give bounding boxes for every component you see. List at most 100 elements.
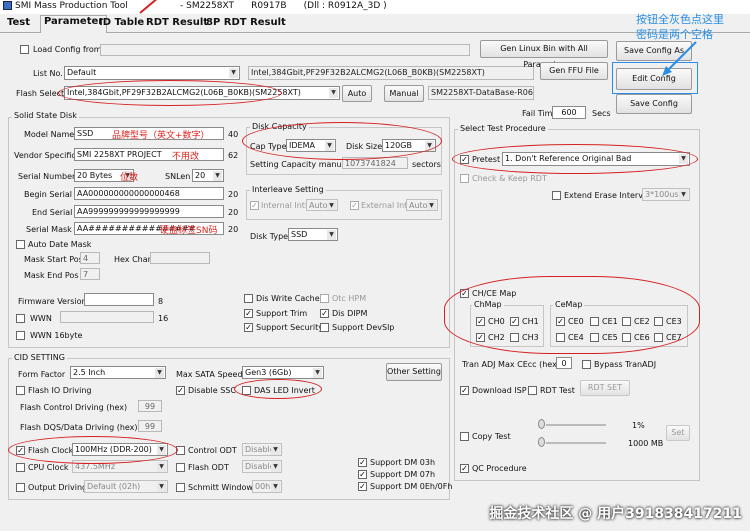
cpu-clock-checkbox[interactable] [16, 463, 25, 472]
manual-button[interactable]: Manual [384, 85, 424, 102]
firmware-version-input[interactable] [84, 293, 154, 306]
ce4-checkbox[interactable] [556, 333, 565, 342]
begin-serial-label: Begin Serial [24, 190, 72, 199]
cpu-clock-select[interactable]: 437.5MHz ▼ [72, 460, 168, 473]
tab-8p-rdt-result[interactable]: 8P RDT Result [203, 17, 289, 32]
copy-pct-label: 1% [632, 421, 645, 430]
flash-io-driving-checkbox[interactable] [16, 386, 25, 395]
disk-type-select[interactable]: SSD ▼ [288, 228, 338, 241]
support-trim-checkbox[interactable]: ✓ [244, 309, 253, 318]
auto-date-mask-checkbox[interactable] [16, 240, 25, 249]
mask-start-input[interactable]: 4 [80, 252, 100, 264]
flash-odt-select[interactable]: Disable ▼ [242, 460, 282, 473]
form-factor-select[interactable]: 2.5 Inch ▼ [70, 366, 166, 379]
copy-pct-slider-thumb[interactable] [538, 419, 545, 429]
ch2-checkbox[interactable]: ✓ [476, 333, 485, 342]
ce3-checkbox[interactable] [654, 317, 663, 326]
external-intlv-checkbox[interactable]: ✓ [350, 201, 359, 210]
flash-clock-checkbox[interactable]: ✓ [16, 446, 25, 455]
snlen-select[interactable]: 20 ▼ [192, 169, 224, 182]
disable-ssc-checkbox[interactable]: ✓ [176, 386, 185, 395]
extend-erase-checkbox[interactable] [552, 191, 561, 200]
other-setting-button[interactable]: Other Setting [386, 363, 442, 381]
copy-set-button[interactable]: Set [666, 425, 690, 441]
serial-number-value: 20 Bytes [77, 171, 113, 180]
otc-hpm-checkbox[interactable] [320, 294, 329, 303]
gen-linux-bin-button[interactable]: Gen Linux Bin with All Parameter [480, 40, 608, 69]
vendor-specific-input[interactable]: SMI 2258XT PROJECT [74, 148, 224, 161]
cap-type-select[interactable]: IDEMA ▼ [286, 139, 336, 152]
ch0-checkbox[interactable]: ✓ [476, 317, 485, 326]
wwn-input[interactable] [60, 311, 154, 323]
rdt-test-checkbox[interactable] [528, 386, 537, 395]
dis-write-cache-checkbox[interactable] [244, 294, 253, 303]
qc-procedure-checkbox[interactable]: ✓ [460, 464, 469, 473]
load-config-path[interactable] [100, 44, 470, 56]
load-config-checkbox[interactable] [20, 45, 29, 54]
form-factor-value: 2.5 Inch [73, 368, 106, 377]
flash-select[interactable]: Intel,384Gbit,PF29F32B2ALCMG2(L06B_B0KB)… [64, 86, 340, 100]
ce7-checkbox[interactable] [654, 333, 663, 342]
schmitt-window-select[interactable]: 00h ▼ [252, 480, 282, 493]
copy-test-checkbox[interactable] [460, 432, 469, 441]
disk-size-select[interactable]: 120GB ▼ [382, 139, 436, 152]
support-trim-label: Support Trim [256, 309, 308, 318]
internal-intlv-checkbox[interactable]: ✓ [250, 201, 259, 210]
schmitt-window-checkbox[interactable] [176, 483, 185, 492]
pretest-checkbox[interactable]: ✓ [460, 155, 469, 164]
pretest-select[interactable]: 1. Don't Reference Original Bad ▼ [502, 152, 690, 166]
ce5-checkbox[interactable] [590, 333, 599, 342]
vendor-note: 不用改 [172, 152, 200, 162]
support-devslp-checkbox[interactable] [320, 323, 329, 332]
support-dm07-checkbox[interactable]: ✓ [358, 470, 367, 479]
ce2-checkbox[interactable] [622, 317, 631, 326]
output-driving-select[interactable]: Default (02h) ▼ [84, 480, 168, 493]
tab-rdt-result[interactable]: RDT Result [143, 17, 211, 32]
check-keep-rdt-checkbox[interactable] [460, 174, 469, 183]
flash-odt-checkbox[interactable] [176, 463, 185, 472]
list-no-select[interactable]: Default ▼ [64, 66, 240, 80]
ch3-checkbox[interactable] [510, 333, 519, 342]
control-odt-select[interactable]: Disable ▼ [242, 443, 282, 456]
wwn-checkbox[interactable] [16, 314, 25, 323]
external-intlv-select[interactable]: Auto ▼ [406, 199, 438, 211]
flash-dqs-driving-input[interactable]: 99 [138, 420, 162, 432]
save-config-button[interactable]: Save Config [616, 94, 692, 114]
internal-intlv-select[interactable]: Auto ▼ [306, 199, 338, 211]
mask-end-input[interactable]: 7 [80, 268, 100, 280]
tab-id-table[interactable]: ID Table [96, 17, 147, 32]
max-sata-select[interactable]: Gen3 (6Gb) ▼ [242, 366, 324, 379]
hex-char-input[interactable] [150, 252, 210, 264]
ce0-checkbox[interactable]: ✓ [556, 317, 565, 326]
tran-adj-input[interactable]: 0 [556, 357, 572, 369]
tab-test[interactable]: Test [4, 17, 33, 32]
rdt-set-button[interactable]: RDT SET [580, 380, 630, 396]
download-isp-checkbox[interactable]: ✓ [460, 386, 469, 395]
flash-clock-select[interactable]: 100MHz (DDR-200) ▼ [72, 443, 168, 456]
cap-type-value: IDEMA [289, 141, 315, 150]
wwn16-checkbox[interactable] [16, 331, 25, 340]
setting-capacity-input[interactable]: 1073741824 [342, 157, 408, 169]
support-dm0e-checkbox[interactable]: ✓ [358, 482, 367, 491]
copy-mb-slider-thumb[interactable] [538, 437, 545, 447]
flash-control-driving-input[interactable]: 99 [138, 400, 162, 412]
das-led-invert-checkbox[interactable] [242, 386, 251, 395]
support-security-checkbox[interactable]: ✓ [244, 323, 253, 332]
ce1-checkbox[interactable] [590, 317, 599, 326]
dis-dipm-checkbox[interactable]: ✓ [320, 309, 329, 318]
ch1-checkbox[interactable]: ✓ [510, 317, 519, 326]
ch-ce-map-checkbox[interactable]: ✓ [460, 289, 469, 298]
support-dm03-checkbox[interactable]: ✓ [358, 458, 367, 467]
auto-button[interactable]: Auto [342, 85, 372, 102]
output-driving-checkbox[interactable] [16, 483, 25, 492]
end-serial-input[interactable]: AA999999999999999999 [74, 205, 224, 218]
extend-erase-select[interactable]: 3*100us ▼ [642, 188, 690, 201]
bypass-tranadj-checkbox[interactable] [582, 360, 591, 369]
model-name-note: 品牌型号（英文+数字） [112, 131, 210, 141]
ce6-checkbox[interactable] [622, 333, 631, 342]
control-odt-checkbox[interactable] [176, 446, 185, 455]
fail-timeout-input[interactable]: 600 [552, 106, 586, 119]
gen-ffu-button[interactable]: Gen FFU File [540, 62, 608, 80]
begin-serial-input[interactable]: AA000000000000000468 [74, 187, 224, 200]
output-driving-value: Default (02h) [87, 482, 141, 491]
